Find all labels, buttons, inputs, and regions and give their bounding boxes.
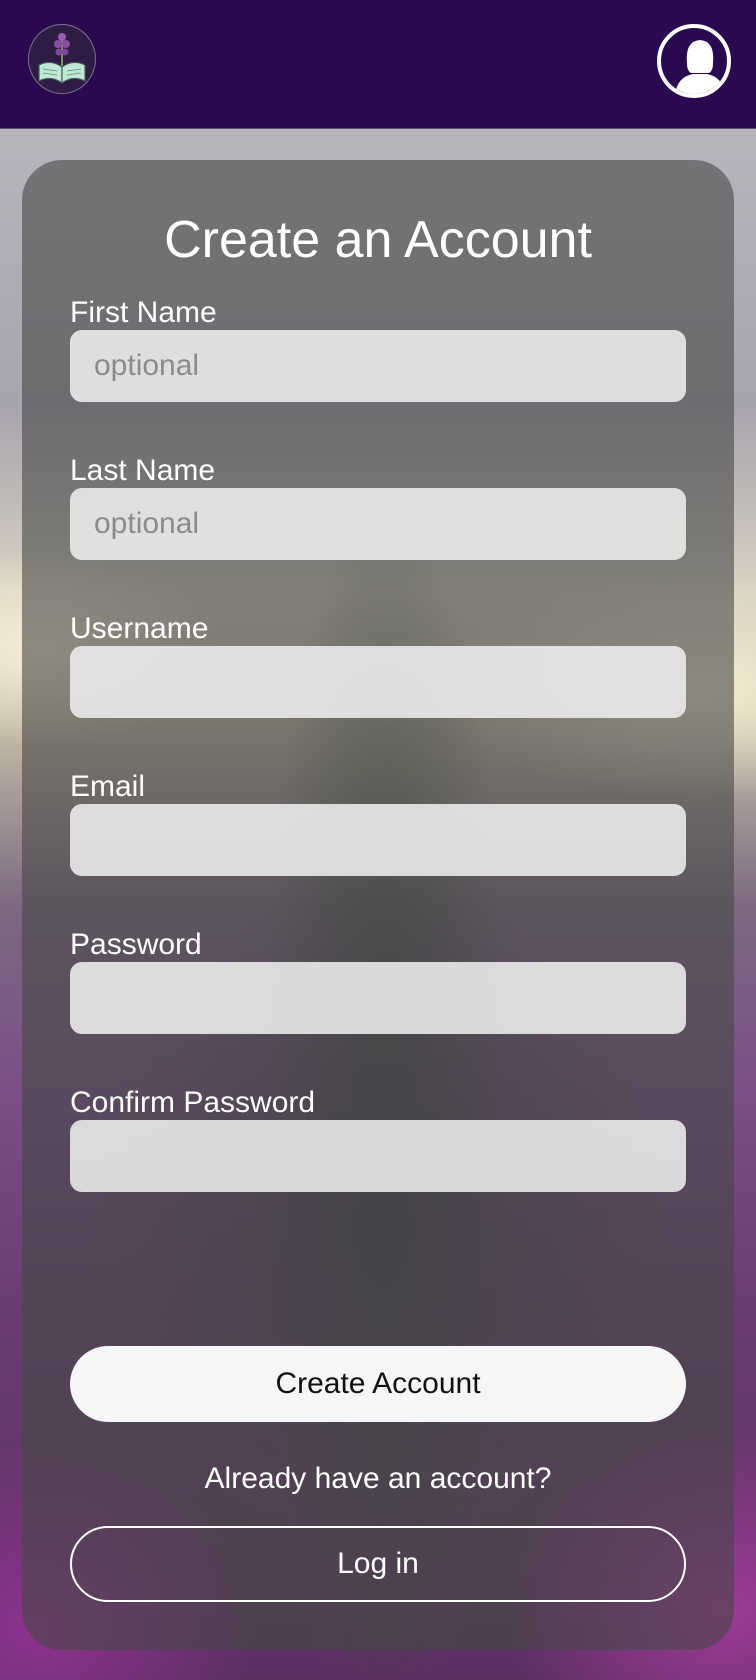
username-label: Username bbox=[70, 612, 209, 645]
top-header bbox=[0, 0, 756, 129]
create-account-button[interactable]: Create Account bbox=[70, 1346, 686, 1422]
profile-button[interactable] bbox=[657, 24, 731, 98]
log-in-button[interactable]: Log in bbox=[70, 1526, 686, 1602]
last-name-input[interactable] bbox=[70, 488, 686, 560]
username-input[interactable] bbox=[70, 646, 686, 718]
password-input[interactable] bbox=[70, 962, 686, 1034]
signup-card: Create an Account First Name Last Name U… bbox=[22, 160, 734, 1650]
user-avatar-icon bbox=[675, 40, 725, 94]
password-label: Password bbox=[70, 928, 202, 961]
confirm-password-label: Confirm Password bbox=[70, 1086, 316, 1119]
email-input[interactable] bbox=[70, 804, 686, 876]
email-label: Email bbox=[70, 770, 146, 803]
page-title: Create an Account bbox=[164, 211, 592, 269]
confirm-password-input[interactable] bbox=[70, 1120, 686, 1192]
login-prompt-text: Already have an account? bbox=[204, 1462, 552, 1495]
first-name-label: First Name bbox=[70, 296, 217, 329]
first-name-input[interactable] bbox=[70, 330, 686, 402]
book-flower-logo-icon[interactable] bbox=[28, 24, 96, 94]
last-name-label: Last Name bbox=[70, 454, 216, 487]
